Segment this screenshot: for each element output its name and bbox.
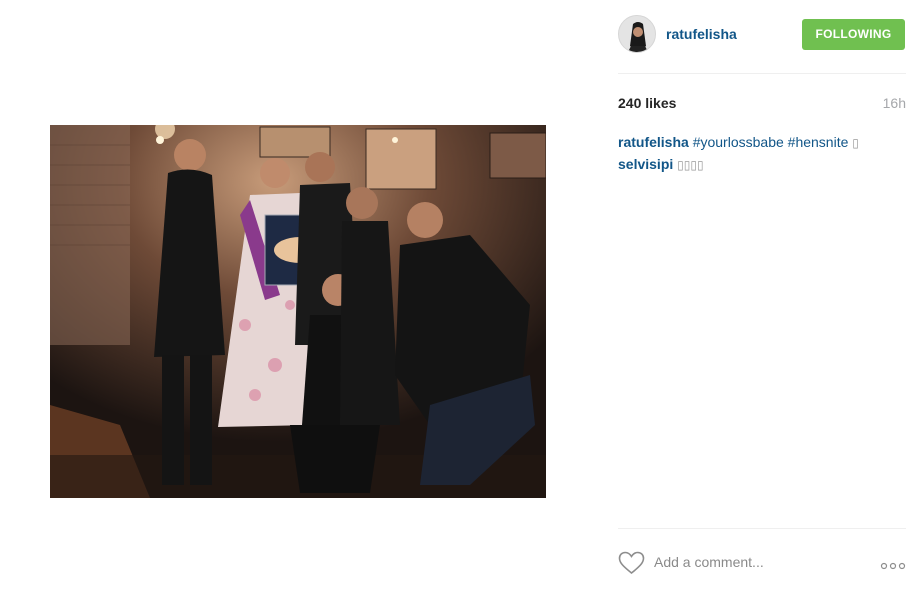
author-username[interactable]: ratufelisha [666, 26, 737, 42]
avatar-illustration [619, 16, 655, 52]
following-button[interactable]: FOLLOWING [802, 19, 905, 50]
post-actions [618, 547, 906, 577]
comment-item: ratufelisha #yourlossbabe #hensnite ▯ [618, 132, 906, 154]
comment-username[interactable]: selvisipi [618, 156, 673, 172]
avatar[interactable] [618, 15, 656, 53]
comment-item: selvisipi ▯▯▯▯ [618, 154, 906, 176]
more-options-icon[interactable] [880, 557, 906, 570]
hashtag-link[interactable]: #hensnite [788, 134, 849, 150]
post-photo-illustration [50, 125, 546, 498]
comment-username[interactable]: ratufelisha [618, 134, 689, 150]
post-photo[interactable] [50, 125, 546, 498]
post-timestamp[interactable]: 16h [883, 95, 906, 111]
comment-text: ▯ [852, 136, 859, 150]
comment-input[interactable] [654, 551, 864, 573]
likes-count[interactable]: 240 likes [618, 95, 676, 111]
instagram-post-page: ratufelisha FOLLOWING 240 likes 16h ratu… [0, 0, 921, 591]
post-header: ratufelisha FOLLOWING [618, 14, 906, 56]
photo-area [0, 0, 596, 591]
footer-divider [618, 528, 906, 529]
post-side-panel: ratufelisha FOLLOWING 240 likes 16h ratu… [618, 0, 906, 591]
comment-list: ratufelisha #yourlossbabe #hensnite ▯ se… [618, 132, 906, 176]
header-divider [618, 73, 906, 74]
comment-text: ▯▯▯▯ [677, 158, 704, 172]
heart-icon[interactable] [618, 551, 645, 575]
hashtag-link[interactable]: #yourlossbabe [693, 134, 784, 150]
